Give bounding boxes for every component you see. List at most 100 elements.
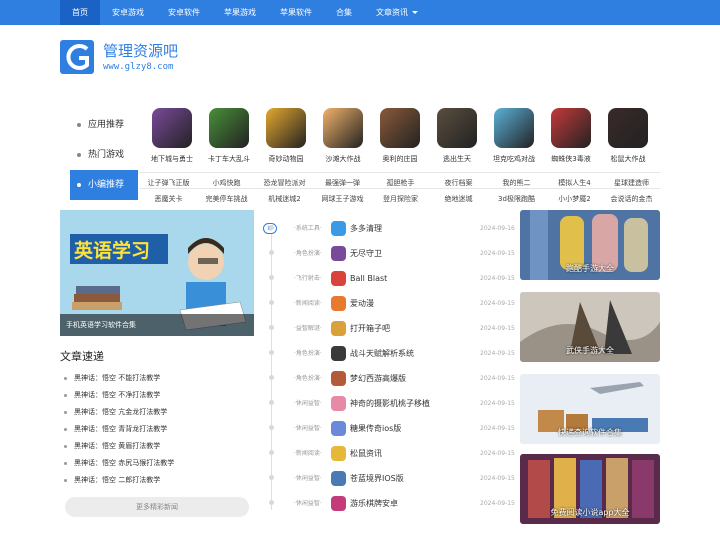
timeline-item[interactable]: ·休闲益智· 苍蓝境界IOS版 2024-09-15 [262,466,515,491]
app-icon [266,108,306,148]
app-icon [380,108,420,148]
app-icon [331,471,346,486]
nav-label: 苹果软件 [280,8,312,17]
timeline-date: 2024-09-15 [480,275,515,282]
nav-home[interactable]: 首页 [60,0,100,25]
timeline-app-name: 梦幻西游高爆版 [350,374,406,383]
tab-app-recommend[interactable]: 应用推荐 [70,110,138,140]
timeline-item[interactable]: ·益智解谜· 打开箱子吧 2024-09-15 [262,316,515,341]
featured-app[interactable]: 卡丁车大乱斗 [201,108,257,164]
app-icon [331,396,346,411]
game-link[interactable]: 小小梦魇2 [546,189,603,209]
news-text: 黑神话：悟空 不能打法教学 [74,374,161,382]
news-item[interactable]: 黑神话：悟空 亢金龙打法教学 [64,404,254,421]
timeline-date: 2024-09-15 [480,250,515,257]
timeline-category: ·角色扮演· [294,250,322,257]
timeline-dot-icon [269,300,274,305]
timeline-item[interactable]: ·角色扮演· 战斗天赋解析系统 2024-09-15 [262,341,515,366]
timeline-app-name: 松鼠资讯 [350,449,382,458]
timeline-item[interactable]: ·休闲益智· 糖果传奇ios版 2024-09-15 [262,416,515,441]
featured-app[interactable]: 奥利的庄园 [372,108,428,164]
app-icon [331,496,346,511]
collection-card[interactable]: 快递查询软件合集 [520,374,660,444]
news-item[interactable]: 黑神话：悟空 赤尻马猴打法教学 [64,455,254,472]
news-item[interactable]: 黑神话：悟空 二郎打法教学 [64,472,254,489]
app-icon [331,246,346,261]
timeline-category: ·益智解谜· [294,325,322,332]
game-link[interactable]: 完美停车挑战 [198,189,255,209]
timeline-dot-icon [269,350,274,355]
collection-card[interactable]: 跑酷手游大全 [520,210,660,280]
app-name: 坦克吃鸡对战 [493,155,535,163]
news-heading: 文章速递 [60,350,104,363]
app-name: 松鼠大作战 [610,155,646,163]
nav-apple-games[interactable]: 苹果游戏 [212,0,268,25]
app-icon [494,108,534,148]
app-icon [331,321,346,336]
timeline-dot-icon [269,325,274,330]
bullet-icon [64,428,67,431]
featured-app[interactable]: 蜘蛛侠3毒液 [543,108,599,164]
bullet-icon [64,411,67,414]
nav-label: 文章资讯 [376,8,408,17]
timeline-item[interactable]: ·角色扮演· 梦幻西游高爆版 2024-09-15 [262,366,515,391]
tab-hot-games[interactable]: 热门游戏 [70,140,138,170]
featured-app[interactable]: 逃出生天 [429,108,485,164]
app-icon [551,108,591,148]
timeline-dot-icon [269,500,274,505]
banner-title: 英语学习 [74,240,151,262]
timeline-dot-icon [269,475,274,480]
news-item[interactable]: 黑神话：悟空 不能打法教学 [64,370,254,387]
news-item[interactable]: 黑神话：悟空 不净打法教学 [64,387,254,404]
timeline-category: ·休闲益智· [294,475,322,482]
tab-label: 应用推荐 [88,120,125,130]
nav-android-games[interactable]: 安卓游戏 [100,0,156,25]
game-link[interactable]: 绝地迷城 [430,189,487,209]
timeline-item[interactable]: ·新闻阅读· 爱动漫 2024-09-15 [262,291,515,316]
more-news-button[interactable]: 更多精彩新闻 [65,497,249,517]
timeline-app-name: 无尽守卫 [350,249,382,258]
timeline-date: 2024-09-15 [480,475,515,482]
game-link[interactable]: 会说话的金杰 [603,189,660,209]
timeline-item[interactable]: ·休闲益智· 游乐棋牌安卓 2024-09-15 [262,491,515,516]
banner-caption: 手机英语学习软件合集 [60,314,254,336]
game-link[interactable]: 3d极限跑酷 [488,189,545,209]
featured-app[interactable]: 奇妙动物园 [258,108,314,164]
timeline-app-name: Ball Blast [350,274,388,283]
timeline-item[interactable]: ·系统工具· 多多清理 2024-09-16 [262,216,515,241]
bullet-icon [77,153,81,157]
card-caption: 快递查询软件合集 [558,428,622,437]
news-text: 黑神话：悟空 二郎打法教学 [74,476,161,484]
collection-card[interactable]: 武侠手游大全 [520,292,660,362]
game-link[interactable]: 恶魔关卡 [140,189,197,209]
game-link[interactable]: 机械迷城2 [256,189,313,209]
timeline-app-name: 神奇的摄影机桃子移植 [350,399,430,408]
app-icon [323,108,363,148]
featured-app[interactable]: 坦克吃鸡对战 [486,108,542,164]
featured-app[interactable]: 沙滩大作战 [315,108,371,164]
nav-collections[interactable]: 合集 [324,0,364,25]
timeline-app-name: 打开箱子吧 [350,324,390,333]
timeline-item[interactable]: ·飞行射击· Ball Blast 2024-09-15 [262,266,515,291]
tab-editor-picks[interactable]: 小编推荐 [70,170,138,200]
timeline-item[interactable]: ·新闻阅读· 松鼠资讯 2024-09-15 [262,441,515,466]
nav-articles[interactable]: 文章资讯 [364,0,430,25]
timeline-item[interactable]: ·角色扮演· 无尽守卫 2024-09-15 [262,241,515,266]
collection-card[interactable]: 免费阅读小说app大全 [520,454,660,524]
bullet-icon [77,123,81,127]
featured-app[interactable]: 地下城与勇士 [144,108,200,164]
tab-label: 小编推荐 [88,180,125,190]
game-link[interactable]: 登月探险家 [372,189,429,209]
news-text: 黑神话：悟空 亢金龙打法教学 [74,408,168,416]
nav-apple-software[interactable]: 苹果软件 [268,0,324,25]
timeline-item[interactable]: ·休闲益智· 神奇的摄影机桃子移植 2024-09-15 [262,391,515,416]
nav-android-software[interactable]: 安卓软件 [156,0,212,25]
news-item[interactable]: 黑神话：悟空 黄眉打法教学 [64,438,254,455]
featured-banner[interactable]: 英语学习 手机英语学习软件合集 [60,210,254,336]
game-link[interactable]: 网球王子游戏 [314,189,371,209]
news-text: 黑神话：悟空 黄眉打法教学 [74,442,161,450]
featured-app[interactable]: 松鼠大作战 [600,108,656,164]
timeline-category: ·休闲益智· [294,500,322,507]
news-item[interactable]: 黑神话：悟空 青背龙打法教学 [64,421,254,438]
news-text: 黑神话：悟空 不净打法教学 [74,391,161,399]
